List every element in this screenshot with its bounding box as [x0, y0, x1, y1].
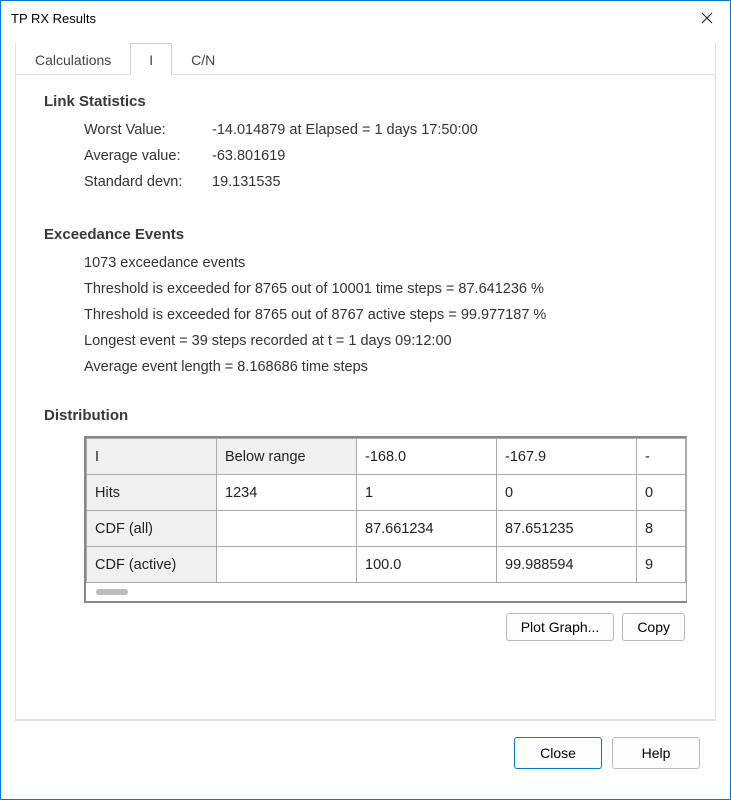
- table-cell[interactable]: 0: [637, 475, 686, 511]
- tab-calculations[interactable]: Calculations: [16, 43, 130, 75]
- standard-devn-value: 19.131535: [212, 174, 281, 190]
- window-close-button[interactable]: [684, 1, 730, 35]
- table-cell[interactable]: 1: [357, 475, 497, 511]
- copy-button[interactable]: Copy: [622, 613, 685, 641]
- table-row: CDF (active) 100.0 99.988594 9: [87, 547, 686, 583]
- table-cell[interactable]: 9: [637, 547, 686, 583]
- table-cell[interactable]: 0: [497, 475, 637, 511]
- horizontal-scrollbar[interactable]: [86, 583, 686, 601]
- table-cell[interactable]: [217, 547, 357, 583]
- distribution-table-wrap: I Below range -168.0 -167.9 - Hits 1234 …: [84, 436, 687, 603]
- table-row: I Below range -168.0 -167.9 -: [87, 439, 686, 475]
- table-cell[interactable]: -167.9: [497, 439, 637, 475]
- table-cell[interactable]: 87.651235: [497, 511, 637, 547]
- table-cell[interactable]: 8: [637, 511, 686, 547]
- worst-value-label: Worst Value:: [84, 122, 212, 138]
- tabs-bar: Calculations I C/N: [16, 43, 715, 75]
- tab-body: Link Statistics Worst Value: -14.014879 …: [16, 75, 715, 709]
- table-cell[interactable]: 87.661234: [357, 511, 497, 547]
- table-cell[interactable]: -168.0: [357, 439, 497, 475]
- dialog-window: TP RX Results Calculations I C/N Link St…: [0, 0, 731, 800]
- distribution-buttons: Plot Graph... Copy: [84, 613, 685, 641]
- close-icon: [701, 12, 713, 24]
- close-button[interactable]: Close: [514, 737, 602, 769]
- table-cell[interactable]: 99.988594: [497, 547, 637, 583]
- table-cell[interactable]: 1234: [217, 475, 357, 511]
- row-header-i: I: [87, 439, 217, 475]
- tabs-container: Calculations I C/N Link Statistics Worst…: [15, 43, 716, 720]
- link-statistics-heading: Link Statistics: [44, 93, 687, 110]
- titlebar: TP RX Results: [1, 1, 730, 35]
- tab-i[interactable]: I: [130, 43, 172, 75]
- link-statistics-block: Worst Value: -14.014879 at Elapsed = 1 d…: [84, 122, 687, 200]
- help-button[interactable]: Help: [612, 737, 700, 769]
- row-header-cdf-all: CDF (all): [87, 511, 217, 547]
- dialog-footer: Close Help: [15, 721, 716, 785]
- standard-devn-label: Standard devn:: [84, 174, 212, 190]
- events-timesteps-line: Threshold is exceeded for 8765 out of 10…: [84, 281, 687, 297]
- scrollbar-thumb[interactable]: [96, 589, 128, 595]
- tab-cn[interactable]: C/N: [172, 43, 234, 75]
- events-count-line: 1073 exceedance events: [84, 255, 687, 271]
- distribution-table: I Below range -168.0 -167.9 - Hits 1234 …: [86, 438, 686, 583]
- plot-graph-button[interactable]: Plot Graph...: [506, 613, 615, 641]
- worst-value: -14.014879 at Elapsed = 1 days 17:50:00: [212, 122, 478, 138]
- average-value-label: Average value:: [84, 148, 212, 164]
- row-header-hits: Hits: [87, 475, 217, 511]
- table-cell[interactable]: -: [637, 439, 686, 475]
- row-header-cdf-active: CDF (active): [87, 547, 217, 583]
- table-row: Hits 1234 1 0 0: [87, 475, 686, 511]
- exceedance-events-block: 1073 exceedance events Threshold is exce…: [84, 255, 687, 385]
- table-cell[interactable]: [217, 511, 357, 547]
- events-longest-line: Longest event = 39 steps recorded at t =…: [84, 333, 687, 349]
- average-value: -63.801619: [212, 148, 285, 164]
- events-activesteps-line: Threshold is exceeded for 8765 out of 87…: [84, 307, 687, 323]
- table-row: CDF (all) 87.661234 87.651235 8: [87, 511, 686, 547]
- distribution-block: I Below range -168.0 -167.9 - Hits 1234 …: [84, 436, 687, 641]
- content-area: Calculations I C/N Link Statistics Worst…: [1, 35, 730, 799]
- events-avglength-line: Average event length = 8.168686 time ste…: [84, 359, 687, 375]
- distribution-heading: Distribution: [44, 407, 687, 424]
- window-title: TP RX Results: [11, 11, 96, 26]
- exceedance-events-heading: Exceedance Events: [44, 226, 687, 243]
- table-cell[interactable]: Below range: [217, 439, 357, 475]
- table-cell[interactable]: 100.0: [357, 547, 497, 583]
